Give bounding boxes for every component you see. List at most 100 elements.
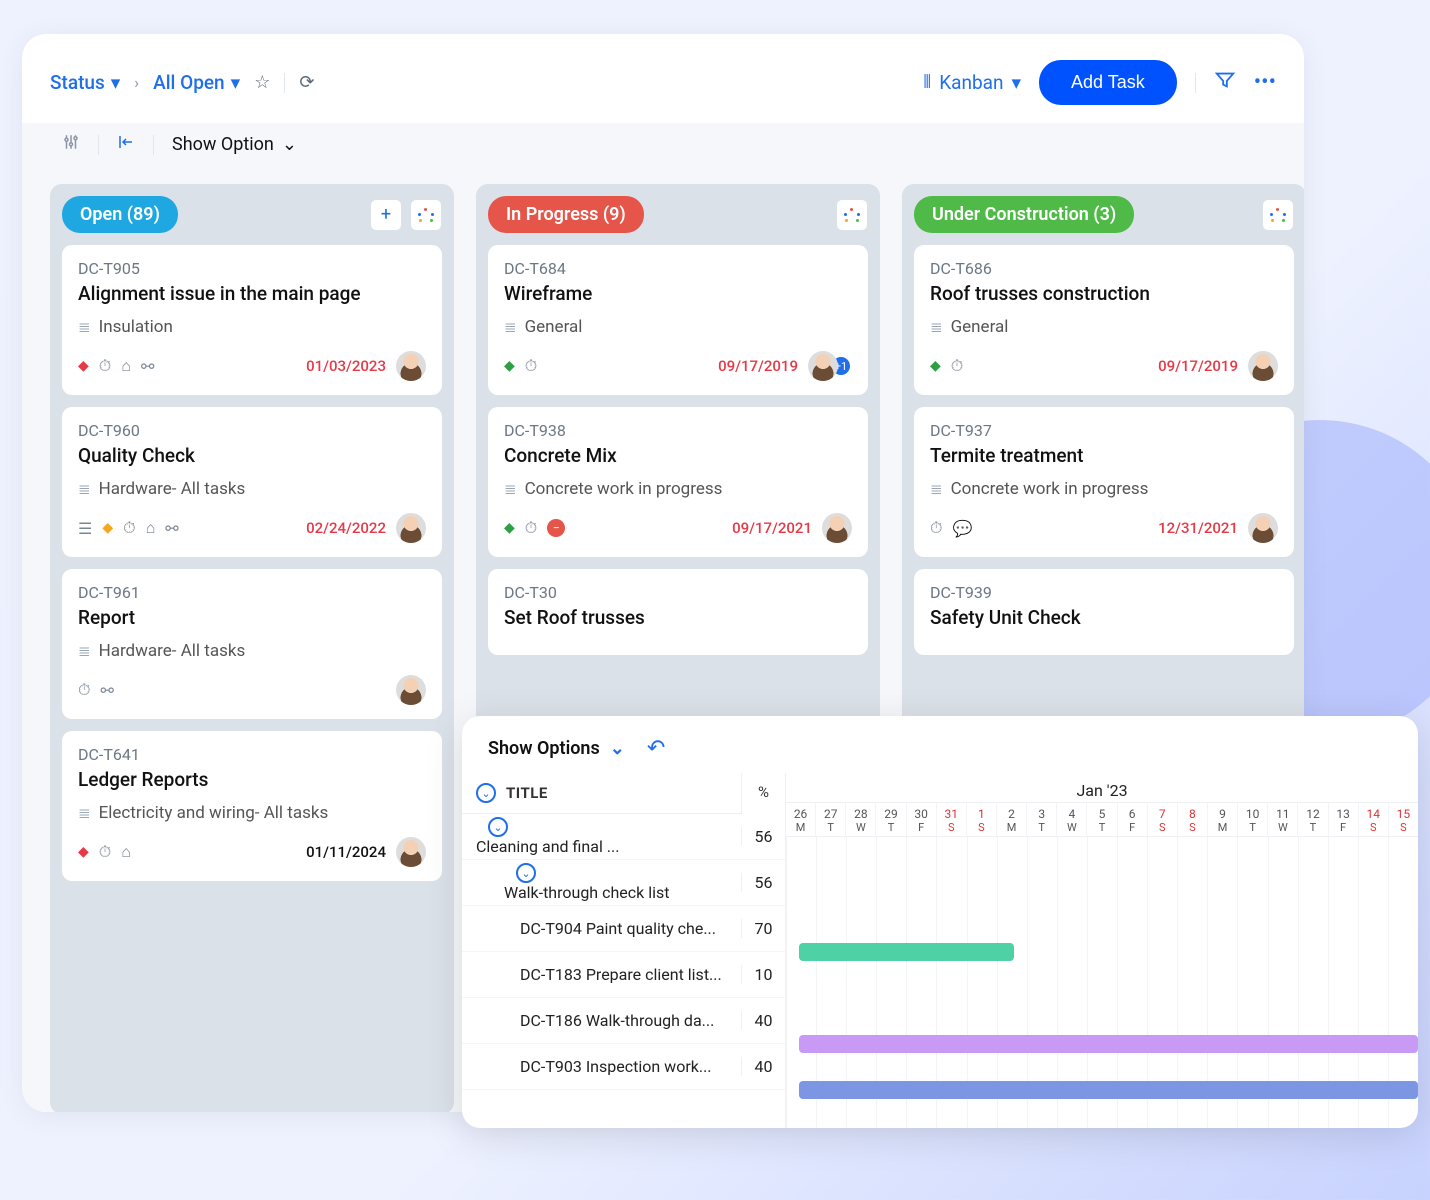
column-title-badge: Open (89) <box>62 196 178 233</box>
category-icon: ≣ <box>78 318 91 336</box>
stack-icon: ☰ <box>78 519 92 538</box>
category-icon: ≣ <box>78 804 91 822</box>
task-card[interactable]: DC-T30 Set Roof trusses <box>488 569 868 655</box>
add-card-button[interactable]: + <box>370 199 402 231</box>
timer-icon: ⏱ <box>525 518 537 538</box>
card-date: 09/17/2019 <box>1158 357 1238 375</box>
gantt-day-header: 6F <box>1117 803 1147 836</box>
task-card[interactable]: DC-T961 Report ≣Hardware- All tasks ⏱⚯ <box>62 569 442 719</box>
avatar <box>808 351 838 381</box>
gantt-day-header: 10T <box>1237 803 1267 836</box>
card-category: Insulation <box>99 317 173 337</box>
kanban-column: Open (89) + DC-T905 Alignment issue in t… <box>50 184 454 1112</box>
card-id: DC-T961 <box>78 583 426 602</box>
task-card[interactable]: DC-T684 Wireframe ≣General ◆⏱ 09/17/2019… <box>488 245 868 395</box>
gantt-row[interactable]: ⌄Walk-through check list56 <box>462 860 785 906</box>
column-menu-button[interactable] <box>410 199 442 231</box>
gantt-day-header: 9M <box>1207 803 1237 836</box>
card-date: 12/31/2021 <box>1158 519 1238 537</box>
card-title: Ledger Reports <box>78 768 426 791</box>
gantt-bar[interactable] <box>799 1035 1418 1053</box>
title-column-header: TITLE <box>506 784 548 802</box>
percent-column-header: % <box>741 773 785 814</box>
card-date: 09/17/2021 <box>732 519 812 537</box>
timer-icon: ⏱ <box>123 518 135 538</box>
card-title: Set Roof trusses <box>504 606 852 629</box>
star-icon[interactable]: ☆ <box>254 72 270 93</box>
task-card[interactable]: DC-T905 Alignment issue in the main page… <box>62 245 442 395</box>
filter-icon[interactable] <box>1214 69 1236 97</box>
undo-icon[interactable]: ↶ <box>647 736 665 761</box>
all-open-dropdown[interactable]: All Open ▾ <box>153 71 240 94</box>
gantt-day-header: 27T <box>815 803 845 836</box>
gantt-bar[interactable] <box>799 1081 1418 1099</box>
gantt-day-header: 4W <box>1056 803 1086 836</box>
gantt-row[interactable]: ⌄Cleaning and final ...56 <box>462 814 785 860</box>
task-card[interactable]: DC-T938 Concrete Mix ≣Concrete work in p… <box>488 407 868 557</box>
gantt-row-pct: 56 <box>741 873 785 892</box>
tag-icon: ⌂ <box>121 356 131 376</box>
card-category: General <box>525 317 583 337</box>
more-icon[interactable]: ••• <box>1254 70 1276 95</box>
chevron-down-icon: ▾ <box>111 71 121 94</box>
all-open-label: All Open <box>153 71 225 94</box>
category-icon: ≣ <box>504 318 517 336</box>
row-collapse-icon[interactable]: ⌄ <box>488 817 508 837</box>
tag-icon: ⌂ <box>146 518 156 538</box>
gantt-show-options-dropdown[interactable]: Show Options ⌄ <box>488 738 625 759</box>
chevron-down-icon: ▾ <box>231 71 241 94</box>
gantt-day-header: 12T <box>1297 803 1327 836</box>
avatar <box>1248 513 1278 543</box>
gantt-month-label: Jan '23 <box>786 773 1418 803</box>
avatar <box>822 513 852 543</box>
gantt-row[interactable]: DC-T186 Walk-through da...40 <box>462 998 785 1044</box>
gantt-day-header: 3T <box>1026 803 1056 836</box>
gantt-day-header: 31S <box>936 803 966 836</box>
sub-toolbar: Show Option ⌄ <box>22 123 1304 170</box>
gantt-row-label: DC-T186 Walk-through da... <box>520 1011 714 1030</box>
hierarchy-icon: ⚯ <box>165 519 178 538</box>
gantt-row[interactable]: DC-T183 Prepare client list...10 <box>462 952 785 998</box>
settings-icon[interactable] <box>62 133 80 156</box>
gantt-row-pct: 56 <box>741 827 785 846</box>
chevron-right-icon: › <box>134 73 139 92</box>
avatar <box>396 675 426 705</box>
gantt-timeline[interactable]: Jan '23 26M27T28W29T30F31S1S2M3T4W5T6F7S… <box>786 773 1418 1128</box>
task-card[interactable]: DC-T937 Termite treatment ≣Concrete work… <box>914 407 1294 557</box>
gantt-day-header: 7S <box>1147 803 1177 836</box>
gantt-row-pct: 40 <box>741 1057 785 1076</box>
add-task-button[interactable]: Add Task <box>1039 60 1177 105</box>
task-card[interactable]: DC-T960 Quality Check ≣Hardware- All tas… <box>62 407 442 557</box>
collapse-icon[interactable] <box>117 133 135 156</box>
refresh-icon[interactable]: ⟳ <box>299 72 314 93</box>
gantt-row[interactable]: DC-T904 Paint quality che...70 <box>462 906 785 952</box>
gantt-day-header: 28W <box>845 803 875 836</box>
show-option-dropdown[interactable]: Show Option ⌄ <box>172 134 297 155</box>
row-collapse-icon[interactable]: ⌄ <box>516 863 536 883</box>
task-card[interactable]: DC-T641 Ledger Reports ≣Electricity and … <box>62 731 442 881</box>
gantt-day-header: 15S <box>1388 803 1418 836</box>
gantt-row-label: DC-T183 Prepare client list... <box>520 965 722 984</box>
column-menu-button[interactable] <box>1262 199 1294 231</box>
card-date: 01/03/2023 <box>306 357 386 375</box>
timer-icon: ⏱ <box>78 680 90 700</box>
card-id: DC-T30 <box>504 583 852 602</box>
gantt-row-pct: 70 <box>741 919 785 938</box>
collapse-all-icon[interactable]: ⌄ <box>476 783 496 803</box>
task-card[interactable]: DC-T939 Safety Unit Check <box>914 569 1294 655</box>
divider <box>98 135 99 155</box>
card-category: Concrete work in progress <box>525 479 723 499</box>
avatar <box>396 837 426 867</box>
card-id: DC-T684 <box>504 259 852 278</box>
gantt-day-header: 8S <box>1177 803 1207 836</box>
task-card[interactable]: DC-T686 Roof trusses construction ≣Gener… <box>914 245 1294 395</box>
status-dropdown[interactable]: Status ▾ <box>50 71 120 94</box>
gantt-bar[interactable] <box>799 943 1014 961</box>
gantt-row[interactable]: DC-T903 Inspection work...40 <box>462 1044 785 1090</box>
card-id: DC-T686 <box>930 259 1278 278</box>
gantt-day-header: 1S <box>966 803 996 836</box>
card-title: Wireframe <box>504 282 852 305</box>
kanban-view-dropdown[interactable]: ⦀ Kanban ▾ <box>923 71 1021 94</box>
avatar <box>396 351 426 381</box>
column-menu-button[interactable] <box>836 199 868 231</box>
